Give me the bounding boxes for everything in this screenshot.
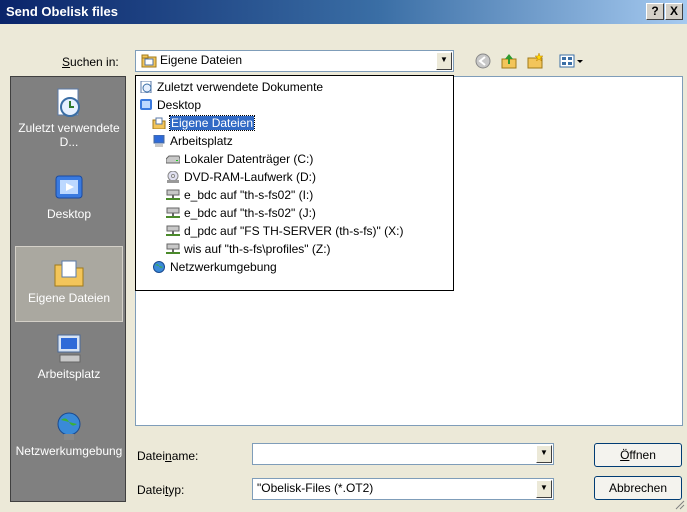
resize-grip-icon[interactable]: [673, 498, 685, 510]
place-recent[interactable]: Zuletzt verwendete D...: [15, 81, 123, 161]
help-button[interactable]: ?: [646, 3, 664, 20]
place-network[interactable]: Netzwerkumgebung: [15, 404, 123, 494]
place-my-computer-label: Arbeitsplatz: [37, 367, 101, 381]
dvd-icon: [167, 170, 179, 183]
my-documents-icon: [54, 260, 84, 287]
dropdown-item-drive-x[interactable]: d_pdc auf "FS TH-SERVER (th-s-fs)" (X:): [166, 222, 403, 238]
dropdown-item-drive-i[interactable]: e_bdc auf "th-s-fs02" (I:): [166, 186, 313, 202]
desktop-icon: [140, 98, 152, 110]
dropdown-item-drive-z[interactable]: wis auf "th-s-fs\profiles" (Z:): [166, 240, 331, 256]
recent-documents-icon: [57, 88, 80, 117]
place-my-documents-label: Eigene Dateien: [27, 291, 111, 305]
lookin-label: Suchen in:: [62, 55, 119, 69]
lookin-combo[interactable]: Eigene Dateien ▼: [135, 50, 454, 72]
place-network-label: Netzwerkumgebung: [15, 444, 123, 458]
view-menu-icon[interactable]: [558, 52, 586, 70]
place-desktop[interactable]: Desktop: [15, 167, 123, 229]
place-my-computer[interactable]: Arbeitsplatz: [15, 327, 123, 397]
title-bar: Send Obelisk files ? X: [0, 0, 687, 24]
dropdown-item-drive-j[interactable]: e_bdc auf "th-s-fs02" (J:): [166, 204, 316, 220]
chevron-down-icon[interactable]: ▼: [536, 445, 552, 463]
dropdown-item-dvd-d[interactable]: DVD-RAM-Laufwerk (D:): [166, 168, 316, 184]
chevron-down-icon[interactable]: ▼: [536, 480, 552, 498]
close-button[interactable]: X: [665, 3, 683, 20]
my-documents-icon: [152, 117, 166, 129]
dropdown-item-my-computer[interactable]: Arbeitsplatz: [152, 132, 233, 148]
dropdown-item-network[interactable]: Netzwerkumgebung: [152, 258, 277, 274]
place-desktop-label: Desktop: [46, 207, 92, 221]
network-places-icon: [57, 412, 81, 440]
desktop-icon: [55, 175, 83, 199]
my-documents-icon: [141, 54, 157, 68]
network-drive-icon: [166, 225, 180, 236]
new-folder-icon[interactable]: [526, 52, 544, 70]
open-button[interactable]: Öffnen: [594, 443, 682, 467]
lookin-value: Eigene Dateien: [160, 53, 243, 67]
drive-icon: [166, 155, 180, 164]
network-drive-icon: [166, 189, 180, 200]
network-drive-icon: [166, 207, 180, 218]
dropdown-item-my-documents[interactable]: Eigene Dateien: [152, 114, 256, 131]
back-icon[interactable]: [474, 52, 492, 70]
filetype-select[interactable]: "Obelisk-Files (*.OT2) ▼: [252, 478, 554, 500]
network-places-icon: [153, 260, 165, 273]
my-computer-icon: [153, 134, 165, 147]
filename-input[interactable]: ▼: [252, 443, 554, 465]
dropdown-item-recent[interactable]: Zuletzt verwendete Dokumente: [139, 78, 323, 94]
cancel-button[interactable]: Abbrechen: [594, 476, 682, 500]
my-computer-icon: [57, 334, 81, 363]
filetype-label: Dateityp:: [137, 483, 185, 497]
up-folder-icon[interactable]: [500, 52, 518, 70]
dropdown-item-desktop[interactable]: Desktop: [139, 96, 201, 112]
place-my-documents[interactable]: Eigene Dateien: [15, 246, 123, 322]
recent-icon: [140, 80, 152, 93]
chevron-down-icon[interactable]: ▼: [436, 52, 452, 70]
dropdown-item-drive-c[interactable]: Lokaler Datenträger (C:): [166, 150, 313, 166]
window-title: Send Obelisk files: [6, 4, 118, 19]
network-drive-icon: [166, 243, 180, 254]
filename-label: Dateiname:: [137, 449, 199, 463]
place-recent-label: Zuletzt verwendete D...: [18, 121, 120, 149]
places-bar: Zuletzt verwendete D... Desktop Eigene D…: [10, 76, 126, 502]
filetype-value: "Obelisk-Files (*.OT2): [257, 481, 374, 495]
lookin-dropdown-list[interactable]: Zuletzt verwendete Dokumente Desktop Eig…: [135, 75, 454, 291]
